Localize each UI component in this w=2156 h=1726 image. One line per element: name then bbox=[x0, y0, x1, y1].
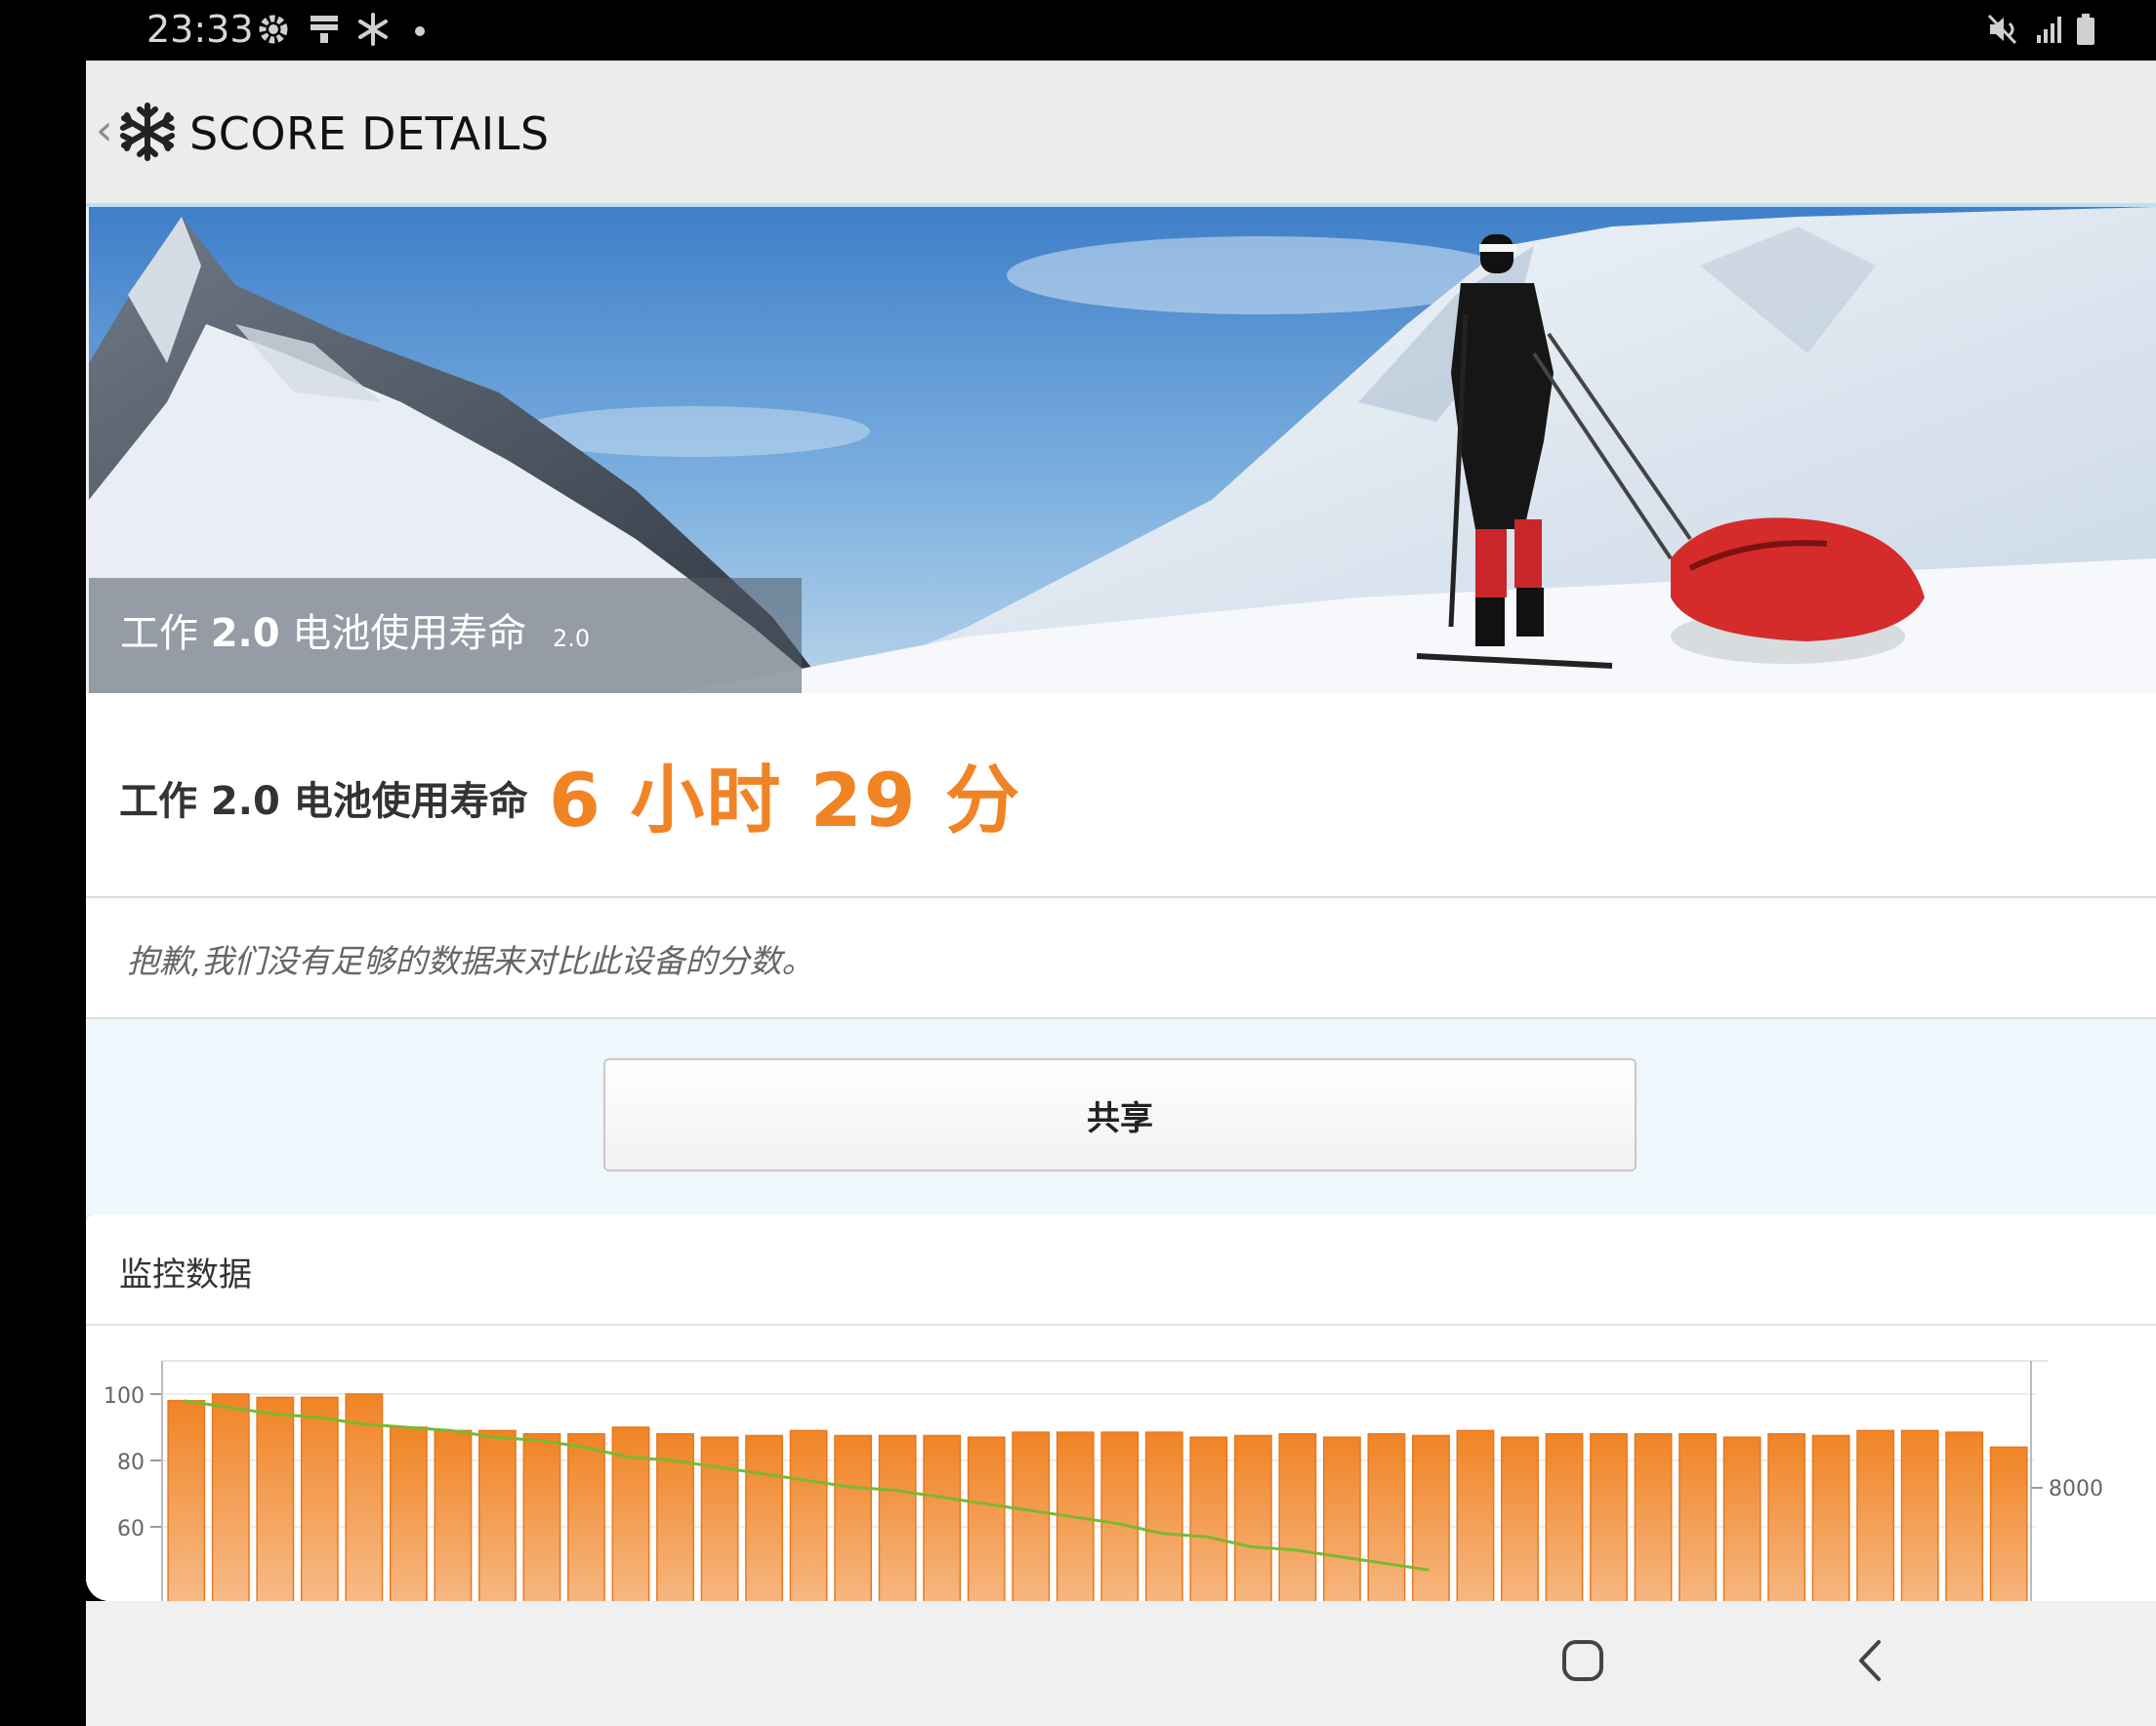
chart-ytick-left: 80 bbox=[117, 1451, 145, 1475]
mute-icon bbox=[1987, 14, 2017, 45]
page-title: SCORE DETAILS bbox=[189, 107, 550, 160]
chart-bar bbox=[167, 1400, 206, 1601]
chart-bar bbox=[1900, 1429, 1939, 1601]
gear-icon bbox=[259, 15, 288, 44]
storage-icon bbox=[311, 16, 338, 43]
chart-ytick-left: 60 bbox=[117, 1517, 145, 1541]
chart-bar bbox=[434, 1429, 473, 1601]
chart-ytick-right: 8000 bbox=[2049, 1477, 2103, 1501]
hero-caption-version: 2.0 bbox=[553, 625, 591, 652]
chart-ytick-left: 100 bbox=[104, 1384, 145, 1409]
home-button[interactable] bbox=[1560, 1638, 1605, 1683]
chart-bar bbox=[1545, 1433, 1584, 1601]
chart-bar bbox=[1100, 1431, 1140, 1601]
chart-bar bbox=[1012, 1431, 1051, 1601]
chart-bar bbox=[1144, 1431, 1183, 1601]
chart-bar bbox=[1456, 1429, 1495, 1601]
monitor-header: 监控数据 bbox=[86, 1214, 2156, 1326]
chart-bar bbox=[1722, 1436, 1762, 1601]
score-value: 6 小时 29 分 bbox=[549, 757, 1022, 843]
chart-bar bbox=[300, 1396, 339, 1601]
chart-bar bbox=[745, 1434, 783, 1601]
chart-bar bbox=[256, 1396, 295, 1601]
share-button[interactable]: 共享 bbox=[603, 1058, 1637, 1171]
chart-bar bbox=[1412, 1434, 1450, 1601]
chart-bar bbox=[834, 1434, 873, 1601]
chart-bar bbox=[789, 1429, 828, 1601]
chart-bar bbox=[1679, 1433, 1717, 1601]
chart-bar bbox=[1989, 1446, 2028, 1601]
hero-caption-suffix: 电池使用寿命 bbox=[292, 611, 527, 656]
chart-svg: 100 80 60 8000 bbox=[104, 1360, 2103, 1601]
chart-bar bbox=[211, 1393, 250, 1601]
chart-bar bbox=[1634, 1433, 1673, 1601]
dot-icon bbox=[415, 26, 425, 36]
chart-bar bbox=[1322, 1436, 1361, 1601]
chart-bar bbox=[1501, 1436, 1539, 1601]
chart-bar bbox=[478, 1429, 517, 1601]
status-bar: 23:33 bbox=[0, 0, 2156, 61]
chart-bar bbox=[923, 1434, 962, 1601]
chart-bar bbox=[1189, 1436, 1228, 1601]
signal-icon bbox=[2037, 17, 2061, 43]
chart-bar bbox=[700, 1436, 739, 1601]
score-row: 工作 2.0 电池使用寿命 6 小时 29 分 bbox=[86, 693, 2156, 898]
status-time: 23:33 bbox=[146, 8, 254, 51]
hero-caption-bold: 2.0 bbox=[210, 611, 280, 656]
notice-text: 抱歉,我们没有足够的数据来对比此设备的分数。 bbox=[127, 942, 814, 980]
snowflake-icon bbox=[358, 13, 388, 46]
back-chevron-icon[interactable]: ‹ bbox=[96, 105, 113, 155]
back-button[interactable] bbox=[1851, 1638, 1890, 1683]
score-label: 工作 2.0 电池使用寿命 bbox=[119, 779, 528, 824]
monitor-title: 监控数据 bbox=[119, 1255, 252, 1294]
chart-bar bbox=[522, 1433, 561, 1601]
chart-bar bbox=[1367, 1433, 1406, 1601]
chart-bar bbox=[1590, 1433, 1628, 1601]
share-area: 共享 bbox=[86, 1019, 2156, 1214]
chart-bar bbox=[567, 1433, 605, 1601]
app-header: ‹ SCORE DETAILS bbox=[86, 61, 2156, 207]
chart-bar bbox=[1767, 1433, 1806, 1601]
monitor-chart: 100 80 60 8000 bbox=[86, 1326, 2156, 1601]
notice-row: 抱歉,我们没有足够的数据来对比此设备的分数。 bbox=[86, 898, 2156, 1019]
battery-icon bbox=[2077, 14, 2094, 45]
app-screen: ‹ SCORE DETAILS 工作 2.0 电池使用寿命 2.0 工作 2.0… bbox=[86, 61, 2156, 1601]
chart-bar bbox=[1811, 1434, 1850, 1601]
monitor-card: 监控数据 100 80 60 8000 bbox=[86, 1214, 2156, 1601]
snowflake-logo-icon bbox=[120, 103, 175, 161]
hero-banner: 工作 2.0 电池使用寿命 2.0 bbox=[89, 207, 2156, 693]
chart-bar bbox=[1856, 1429, 1895, 1601]
chart-bar bbox=[389, 1426, 428, 1601]
chart-bar bbox=[1233, 1434, 1272, 1601]
hero-caption: 工作 2.0 电池使用寿命 2.0 bbox=[120, 601, 590, 658]
chart-bar bbox=[878, 1434, 917, 1601]
navigation-bar bbox=[86, 1601, 2156, 1726]
chart-bar bbox=[1945, 1431, 1984, 1601]
chart-bar bbox=[1278, 1433, 1317, 1601]
hero-caption-prefix: 工作 bbox=[120, 611, 198, 656]
chart-bar bbox=[967, 1436, 1006, 1601]
